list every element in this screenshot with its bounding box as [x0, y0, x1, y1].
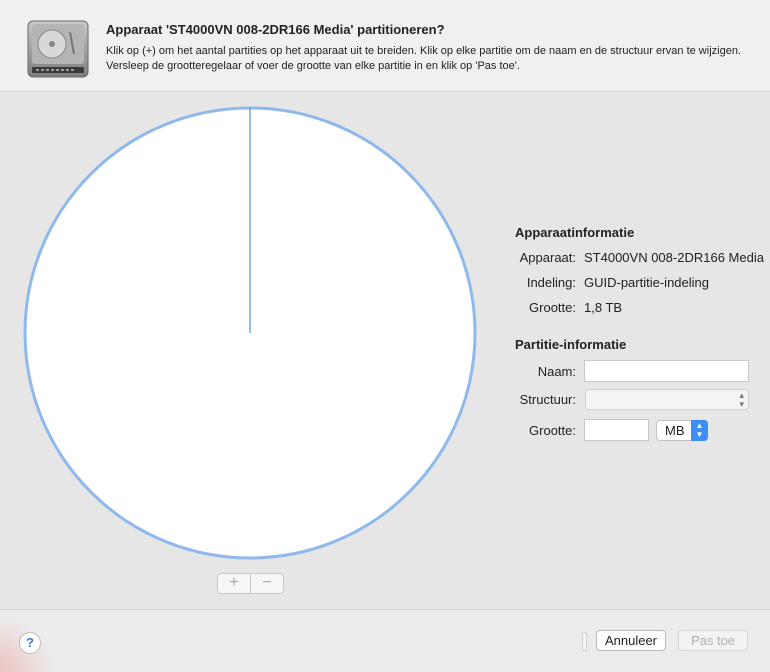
up-down-chevron-icon: ▴ ▾ [739, 390, 744, 409]
dialog-description: Klik op (+) om het aantal partities op h… [106, 45, 741, 72]
partition-format-select[interactable]: ▴ ▾ [585, 389, 749, 410]
size-unit-select[interactable]: MB ▲ ▼ [656, 420, 708, 441]
hard-drive-icon [27, 20, 89, 78]
partition-size-field[interactable] [584, 419, 649, 441]
partition-area: + − Apparaatinformatie Apparaat: ST4000V… [0, 93, 770, 609]
partition-name-field[interactable] [584, 360, 749, 382]
size-unit-value: MB [665, 423, 685, 438]
partition-pie-chart[interactable] [22, 105, 478, 561]
cancel-button[interactable]: Annuleer [596, 630, 666, 651]
device-value: ST4000VN 008-2DR166 Media [584, 250, 764, 265]
help-button[interactable]: ? [19, 632, 41, 654]
window-slider-handle [582, 632, 587, 651]
apply-button[interactable]: Pas toe [678, 630, 748, 651]
device-info-heading: Apparaatinformatie [515, 225, 635, 240]
device-size-value: 1,8 TB [584, 300, 623, 315]
partition-info-heading: Partitie-informatie [515, 337, 627, 352]
up-down-chevron-icon: ▲ ▼ [691, 420, 708, 441]
size-label: Grootte: [529, 423, 576, 438]
scheme-value: GUID-partitie-indeling [584, 275, 709, 290]
dialog-header: Apparaat 'ST4000VN 008-2DR166 Media' par… [0, 0, 770, 92]
device-size-label: Grootte: [529, 300, 576, 315]
dialog-footer: ? Annuleer Pas toe [0, 609, 770, 672]
remove-partition-button[interactable]: − [250, 574, 283, 593]
name-label: Naam: [537, 364, 576, 379]
format-label: Structuur: [519, 392, 576, 407]
device-label: Apparaat: [519, 250, 576, 265]
dialog-title: Apparaat 'ST4000VN 008-2DR166 Media' par… [106, 22, 445, 37]
add-partition-button[interactable]: + [218, 574, 250, 593]
add-remove-partition-control: + − [217, 573, 284, 594]
scheme-label: Indeling: [526, 275, 576, 290]
